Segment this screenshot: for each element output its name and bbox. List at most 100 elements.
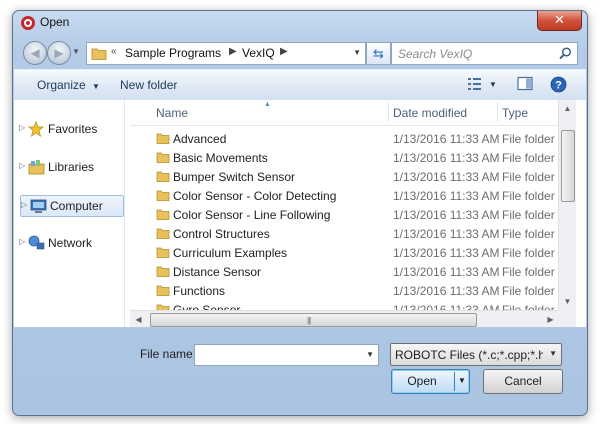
nav-item-computer[interactable]: ▷ Computer	[20, 195, 124, 217]
file-name: Color Sensor - Line Following	[173, 208, 331, 222]
expand-arrow-icon[interactable]: ▷	[19, 123, 25, 132]
change-view-icon[interactable]	[467, 76, 485, 92]
cancel-button-label: Cancel	[504, 374, 542, 388]
file-row[interactable]: Advanced 1/13/2016 11:33 AM File folder	[130, 129, 576, 148]
search-input[interactable]: Search VexIQ	[391, 42, 578, 65]
breadcrumb-sample-programs[interactable]: Sample Programs	[125, 46, 221, 60]
command-toolbar: Organize ▼ New folder ▼ ?	[14, 69, 586, 101]
column-divider[interactable]	[388, 102, 389, 122]
column-date-modified[interactable]: Date modified	[393, 106, 467, 120]
split-divider	[454, 372, 455, 391]
column-type[interactable]: Type	[502, 106, 528, 120]
organize-menu-button[interactable]: Organize ▼	[37, 78, 100, 92]
file-list: ▲ Name Date modified Type Advanced 1/13/…	[130, 100, 576, 327]
view-options-dropdown[interactable]: ▼	[489, 80, 497, 89]
file-type: File folder	[502, 208, 555, 222]
file-row[interactable]: Functions 1/13/2016 11:33 AM File folder	[130, 281, 576, 300]
content-area: ▷ Favorites ▷ Libraries ▷ Computer ▷ Net…	[14, 100, 586, 328]
folder-icon	[156, 152, 170, 163]
expand-arrow-icon[interactable]: ▷	[19, 237, 25, 246]
breadcrumb-overflow[interactable]: «	[111, 46, 117, 57]
close-button[interactable]: ✕	[537, 11, 582, 31]
navigation-pane: ▷ Favorites ▷ Libraries ▷ Computer ▷ Net…	[14, 100, 125, 327]
chevron-down-icon: ▼	[549, 349, 557, 358]
horizontal-scroll-thumb[interactable]: |||	[150, 313, 477, 327]
open-dialog: Open ✕ ◀ ▶ ▼ « Sample Programs ▶ VexIQ ▶…	[12, 10, 588, 416]
file-name: Control Structures	[173, 227, 270, 241]
file-date: 1/13/2016 11:33 AM	[393, 132, 500, 146]
forward-button[interactable]: ▶	[47, 41, 71, 65]
file-date: 1/13/2016 11:33 AM	[393, 208, 500, 222]
folder-icon	[156, 247, 170, 258]
file-row[interactable]: Basic Movements 1/13/2016 11:33 AM File …	[130, 148, 576, 167]
column-divider[interactable]	[497, 102, 498, 122]
search-icon[interactable]	[559, 47, 572, 60]
svg-text:?: ?	[555, 80, 562, 92]
file-type-filter-value: ROBOTC Files (*.c;*.cpp;*.h;*.rb	[395, 348, 543, 362]
scroll-left-icon[interactable]: ◀	[130, 311, 147, 327]
open-options-dropdown[interactable]: ▼	[458, 376, 466, 385]
file-type: File folder	[502, 246, 555, 260]
nav-label-network: Network	[48, 236, 93, 250]
window-title: Open	[40, 15, 70, 29]
new-folder-button[interactable]: New folder	[120, 78, 177, 92]
vertical-scroll-thumb[interactable]	[561, 130, 575, 202]
computer-icon	[30, 199, 47, 213]
forward-arrow-icon: ▶	[54, 46, 64, 60]
scroll-down-icon[interactable]: ▼	[559, 293, 576, 310]
folder-icon	[156, 209, 170, 220]
back-button[interactable]: ◀	[23, 41, 47, 65]
file-date: 1/13/2016 11:33 AM	[393, 284, 500, 298]
file-name: Advanced	[173, 132, 227, 146]
help-icon[interactable]: ?	[550, 76, 567, 93]
scroll-right-icon[interactable]: ▶	[542, 311, 559, 327]
breadcrumb-separator-icon[interactable]: ▶	[229, 46, 237, 57]
folder-icon	[156, 190, 170, 201]
expand-arrow-icon[interactable]: ▷	[19, 161, 25, 170]
open-button-label: Open	[407, 374, 437, 388]
file-date: 1/13/2016 11:33 AM	[393, 265, 500, 279]
file-name: Bumper Switch Sensor	[173, 170, 296, 184]
file-row[interactable]: Color Sensor - Line Following 1/13/2016 …	[130, 205, 576, 224]
file-type: File folder	[502, 132, 555, 146]
scroll-up-icon[interactable]: ▲	[559, 100, 576, 117]
folder-icon	[156, 133, 170, 144]
file-date: 1/13/2016 11:33 AM	[393, 246, 500, 260]
file-row[interactable]: Curriculum Examples 1/13/2016 11:33 AM F…	[130, 243, 576, 262]
address-dropdown-icon[interactable]: ▼	[353, 48, 361, 57]
file-row[interactable]: Color Sensor - Color Detecting 1/13/2016…	[130, 186, 576, 205]
nav-item-libraries[interactable]: ▷ Libraries	[14, 157, 124, 177]
file-name-label: File name:	[140, 347, 197, 361]
folder-icon	[156, 285, 170, 296]
chevron-down-icon: ▼	[92, 82, 100, 91]
folder-icon	[91, 48, 107, 60]
back-arrow-icon: ◀	[30, 46, 40, 60]
expand-arrow-icon[interactable]: ▷	[21, 200, 27, 209]
file-date: 1/13/2016 11:33 AM	[393, 151, 500, 165]
file-row[interactable]: Distance Sensor 1/13/2016 11:33 AM File …	[130, 262, 576, 281]
breadcrumb-separator-icon[interactable]: ▶	[280, 46, 288, 57]
file-date: 1/13/2016 11:33 AM	[393, 227, 500, 241]
file-type: File folder	[502, 189, 555, 203]
file-name-input[interactable]: ▼	[194, 344, 379, 366]
chevron-down-icon[interactable]: ▼	[366, 350, 374, 359]
file-row[interactable]: Control Structures 1/13/2016 11:33 AM Fi…	[130, 224, 576, 243]
column-name[interactable]: Name	[156, 106, 188, 120]
preview-pane-icon[interactable]	[517, 76, 534, 92]
horizontal-scrollbar[interactable]: ◀ ||| ▶	[130, 310, 559, 327]
folder-icon	[156, 228, 170, 239]
open-button[interactable]: Open ▼	[391, 369, 470, 394]
cancel-button[interactable]: Cancel	[483, 369, 563, 394]
nav-label-computer: Computer	[50, 199, 103, 213]
breadcrumb-vexiq[interactable]: VexIQ	[242, 46, 275, 60]
file-row[interactable]: Bumper Switch Sensor 1/13/2016 11:33 AM …	[130, 167, 576, 186]
address-bar[interactable]: « Sample Programs ▶ VexIQ ▶ ▼	[86, 42, 366, 65]
nav-item-favorites[interactable]: ▷ Favorites	[14, 119, 124, 139]
robotc-app-icon	[21, 16, 35, 30]
vertical-scrollbar[interactable]: ▲ ▼	[558, 100, 576, 310]
nav-item-network[interactable]: ▷ Network	[14, 233, 124, 253]
refresh-button[interactable]: ⇆	[366, 42, 391, 65]
recent-pages-dropdown[interactable]: ▼	[72, 47, 80, 56]
file-type-filter[interactable]: ROBOTC Files (*.c;*.cpp;*.h;*.rb ▼	[390, 343, 562, 366]
title-bar[interactable]: Open ✕	[13, 11, 587, 35]
